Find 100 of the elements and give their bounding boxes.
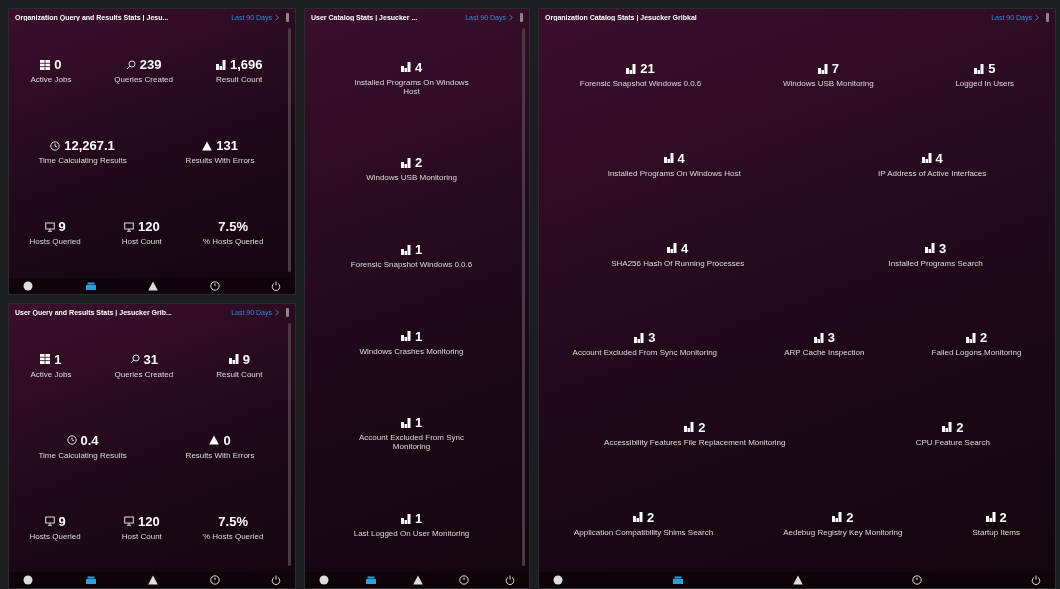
- menu-icon[interactable]: [286, 307, 289, 317]
- chevron-icon: [275, 14, 279, 21]
- warning-tab[interactable]: [413, 575, 423, 585]
- stat-value: 4: [935, 151, 943, 166]
- warning-tab[interactable]: [793, 575, 803, 585]
- stat-value: 2: [646, 509, 655, 525]
- stat-label: Windows USB Monitoring: [366, 173, 457, 183]
- stat-value: 1,696: [229, 57, 263, 73]
- stat-label: SHA256 Hash Of Running Processes: [611, 258, 745, 268]
- warning-icon: [209, 435, 220, 446]
- stat-label: Application Compatibility Shims Search: [574, 527, 714, 537]
- bar-chart-icon: [813, 332, 824, 343]
- bar-chart-icon: [400, 244, 411, 255]
- stat-label: Windows Crashes Monitoring: [359, 346, 464, 356]
- clock-tab[interactable]: [209, 575, 220, 585]
- stat-value: 7.5%: [218, 513, 248, 529]
- stat-label: Logged In Users: [955, 79, 1015, 89]
- chevron-icon: [509, 14, 513, 21]
- bar-chart-icon: [228, 354, 239, 365]
- stat-label: Queries Created: [114, 75, 173, 85]
- stat-label: Installed Programs On Windows Host: [607, 169, 741, 178]
- stat-value: 3: [827, 330, 835, 346]
- stat-value: 0: [54, 57, 62, 73]
- stat-value: 4: [681, 240, 689, 256]
- stat-value: 131: [216, 138, 238, 154]
- bar-chart-icon: [667, 243, 678, 254]
- clock-tab[interactable]: [209, 280, 220, 291]
- circle-tab[interactable]: [319, 575, 329, 585]
- stat-value: 21: [640, 61, 655, 77]
- power-tab[interactable]: [271, 575, 281, 585]
- stat-label: Account Excluded From Sync Monitoring: [572, 348, 718, 358]
- stat-value: 120: [137, 219, 160, 235]
- bar-chart-icon: [400, 331, 411, 342]
- stat-value: 2: [979, 330, 988, 346]
- circle-tab[interactable]: [23, 280, 33, 291]
- stat-value: 0: [223, 432, 231, 448]
- stat-label: Time Calculating Results: [38, 450, 127, 460]
- stat-label: ARP Cache Inspection: [784, 348, 865, 358]
- stack-tab[interactable]: [365, 575, 377, 585]
- clock-tab[interactable]: [459, 575, 469, 585]
- stat-value: 2: [414, 155, 423, 171]
- stat-label: Host Count: [121, 531, 162, 541]
- stat-label: % Hosts Queried: [202, 531, 264, 541]
- bar-chart-icon: [626, 63, 637, 74]
- warning-tab[interactable]: [148, 575, 158, 585]
- power-tab[interactable]: [505, 575, 515, 585]
- stat-value: 2: [846, 509, 854, 525]
- stat-value: 4: [414, 59, 423, 75]
- stat-value: 120: [137, 513, 160, 529]
- warning-tab[interactable]: [148, 280, 158, 291]
- scrollbar[interactable]: [288, 322, 291, 566]
- stat-label: Hosts Queried: [29, 237, 81, 247]
- stat-value: 2: [956, 419, 964, 435]
- monitor-icon: [123, 516, 134, 527]
- stat-label: Result Count: [216, 75, 263, 85]
- stat-value: 1: [414, 511, 423, 527]
- stat-label: Aedebug Registry Key Monitoring: [783, 527, 903, 537]
- stack-tab[interactable]: [84, 575, 97, 585]
- stat-label: Failed Logons Monitoring: [931, 348, 1022, 358]
- circle-tab[interactable]: [553, 575, 563, 585]
- clock-tab[interactable]: [912, 575, 922, 585]
- warning-icon: [202, 140, 213, 151]
- bar-chart-icon: [400, 513, 411, 524]
- stat-value: 9: [242, 351, 250, 367]
- stat-value: 31: [143, 351, 159, 367]
- circle-tab[interactable]: [23, 575, 33, 585]
- stat-value: 7: [831, 61, 839, 77]
- bar-chart-icon: [925, 243, 936, 254]
- stat-label: Startup Items: [972, 527, 1020, 537]
- stat-value: 0.4: [80, 432, 99, 448]
- stat-label: Time Calculating Results: [38, 156, 127, 166]
- stat-label: Active Jobs: [30, 369, 72, 379]
- stat-label: Active Jobs: [30, 75, 72, 85]
- chevron-icon: [1035, 14, 1039, 21]
- bar-chart-icon: [400, 62, 411, 73]
- chevron-icon: [275, 308, 279, 316]
- stack-tab[interactable]: [672, 575, 684, 585]
- search-icon: [129, 354, 140, 365]
- scrollbar[interactable]: [288, 28, 291, 272]
- power-tab[interactable]: [1031, 575, 1041, 585]
- stat-label: Forensic Snapshot Windows 0.0.6: [350, 260, 473, 270]
- stat-label: % Hosts Queried: [202, 237, 264, 247]
- stat-label: Results With Errors: [185, 156, 255, 166]
- stat-value: 1: [414, 328, 423, 344]
- grid-icon: [40, 354, 51, 365]
- grid-icon: [40, 59, 51, 70]
- stat-value: 1: [54, 351, 62, 367]
- stat-value: 239: [139, 57, 162, 73]
- bar-chart-icon: [634, 332, 645, 343]
- stack-tab[interactable]: [84, 280, 97, 291]
- stat-label: Windows USB Monitoring: [783, 79, 874, 89]
- search-icon: [125, 59, 136, 70]
- bar-chart-icon: [974, 63, 985, 74]
- scrollbar[interactable]: [522, 28, 525, 566]
- bar-chart-icon: [965, 332, 976, 343]
- monitor-icon: [44, 221, 55, 232]
- power-tab[interactable]: [271, 280, 281, 291]
- stat-label: Installed Programs Search: [888, 258, 983, 268]
- stat-label: Results With Errors: [185, 450, 255, 460]
- stat-value: 5: [988, 61, 996, 77]
